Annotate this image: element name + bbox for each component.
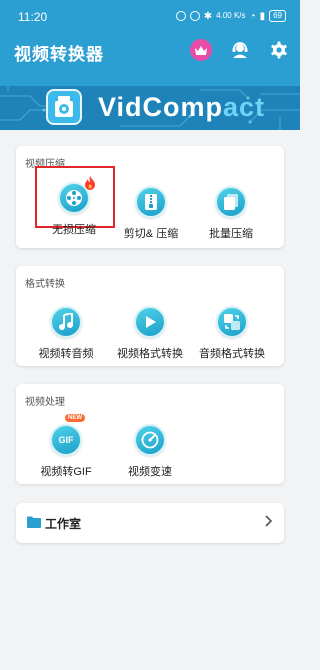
customer-service-icon xyxy=(232,42,248,58)
gear-icon xyxy=(271,41,287,59)
fire-icon xyxy=(85,176,95,190)
vip-button[interactable] xyxy=(190,39,212,61)
gif-icon: GIF xyxy=(58,435,74,445)
batch-files-icon xyxy=(224,194,238,210)
music-note-icon xyxy=(59,313,73,330)
battery-indicator: 69 xyxy=(269,10,286,22)
alarm-icon xyxy=(189,11,200,21)
film-camera-logo-icon xyxy=(55,96,73,117)
vibrate-icon: ✱ xyxy=(203,10,213,22)
banner-brand-part2: act xyxy=(223,92,266,122)
tool-batch-compress[interactable]: 批量压缩 xyxy=(187,186,275,241)
status-icons: ✱ 4.00 K/s ◔ ▮ 69 xyxy=(175,10,286,22)
play-icon xyxy=(146,316,156,328)
tool-label: 视频转GIF xyxy=(40,466,92,478)
tool-video-format-convert[interactable]: 视频格式转换 xyxy=(106,306,194,361)
zip-file-icon xyxy=(145,194,157,210)
tool-lossless-compress[interactable]: 无损压缩 xyxy=(30,176,118,237)
workroom-label: 工作室 xyxy=(45,517,82,531)
signal-icon: ▮ xyxy=(259,10,266,22)
status-time: 11:20 xyxy=(18,10,48,24)
promo-banner: VidCompact xyxy=(0,86,300,130)
tool-label: 无损压缩 xyxy=(52,224,96,236)
app-logo xyxy=(46,89,82,125)
tool-video-to-audio[interactable]: 视频转音频 xyxy=(22,306,110,361)
chevron-right-icon xyxy=(265,515,272,527)
new-badge: NEW xyxy=(65,414,85,422)
tool-audio-format-convert[interactable]: 音频格式转换 xyxy=(188,306,276,361)
tool-video-to-gif[interactable]: GIF NEW 视频转GIF xyxy=(22,414,110,479)
tool-label: 批量压缩 xyxy=(209,228,253,240)
section-title: 视频处理 xyxy=(25,397,65,408)
banner-brand: VidCompact xyxy=(98,92,265,123)
film-reel-icon xyxy=(66,190,82,206)
tool-label: 剪切& 压缩 xyxy=(123,228,179,240)
app-title: 视频转换器 xyxy=(14,45,104,64)
tool-label: 音频格式转换 xyxy=(199,348,265,360)
audio-convert-icon xyxy=(224,314,240,330)
settings-button[interactable] xyxy=(268,39,290,61)
status-bar: 11:20 ✱ 4.00 K/s ◔ ▮ 69 xyxy=(0,0,300,34)
net-speed: 4.00 K/s xyxy=(216,11,246,20)
banner-brand-part1: VidComp xyxy=(98,92,224,122)
tool-cut-compress[interactable]: 剪切& 压缩 xyxy=(107,186,195,241)
folder-icon xyxy=(27,516,41,528)
crown-icon xyxy=(195,45,207,55)
section-video-compress: 视频压缩 无损压缩 剪切& 压缩 批量压缩 xyxy=(16,146,284,248)
workroom-row[interactable]: 工作室 xyxy=(16,503,284,543)
section-title: 格式转换 xyxy=(25,279,65,290)
tool-label: 视频变速 xyxy=(128,466,172,478)
tool-video-speed[interactable]: 视频变速 xyxy=(106,424,194,479)
customer-service-button[interactable] xyxy=(228,39,252,61)
app-header: 11:20 ✱ 4.00 K/s ◔ ▮ 69 视频转换器 xyxy=(0,0,300,86)
section-video-process: 视频处理 GIF NEW 视频转GIF 视频变速 xyxy=(16,384,284,484)
tool-label: 视频格式转换 xyxy=(117,348,183,360)
speedometer-icon xyxy=(141,431,159,449)
tool-label: 视频转音频 xyxy=(38,348,94,360)
do-not-disturb-icon xyxy=(175,11,186,21)
section-format-convert: 格式转换 视频转音频 视频格式转换 音频格式转换 xyxy=(16,266,284,366)
wifi-icon: ◔ xyxy=(249,10,256,22)
